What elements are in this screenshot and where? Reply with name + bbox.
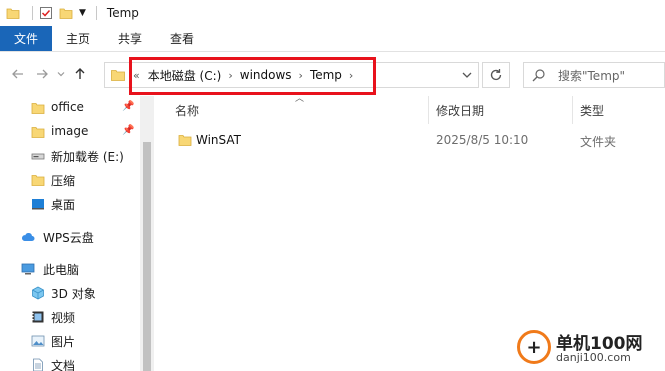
folder-icon bbox=[111, 70, 125, 81]
watermark-url: danji100.com bbox=[556, 351, 631, 364]
divider bbox=[95, 6, 97, 20]
drive-icon bbox=[31, 153, 45, 160]
column-divider[interactable] bbox=[428, 96, 429, 124]
ribbon-tabs: 文件 主页 共享 查看 bbox=[0, 26, 665, 52]
file-name: WinSAT bbox=[196, 133, 241, 147]
folder-icon bbox=[31, 103, 45, 114]
folder-icon bbox=[31, 175, 45, 186]
sidebar-item-label: 3D 对象 bbox=[51, 287, 96, 301]
folder-icon bbox=[178, 135, 192, 146]
address-bar[interactable]: « 本地磁盘 (C:) › windows › Temp › bbox=[104, 62, 479, 88]
watermark-icon: + bbox=[517, 330, 551, 364]
sidebar-item-pictures[interactable]: 图片 bbox=[0, 330, 140, 352]
breadcrumb-separator-icon[interactable]: › bbox=[349, 69, 353, 82]
up-button[interactable] bbox=[68, 62, 92, 86]
breadcrumb-separator-icon[interactable]: › bbox=[228, 69, 232, 82]
sidebar-item-label: 新加载卷 (E:) bbox=[51, 150, 124, 164]
sidebar-item-label: 压缩 bbox=[51, 174, 76, 188]
watermark-logo: + 单机100网 danji100.com bbox=[512, 323, 665, 371]
cube-icon bbox=[32, 286, 44, 300]
overflow-chevron[interactable]: « bbox=[133, 69, 140, 82]
search-input[interactable]: 搜索"Temp" bbox=[523, 62, 665, 88]
title-bar: ▼ Temp bbox=[0, 0, 665, 26]
column-header-name[interactable]: 名称 bbox=[175, 96, 199, 124]
pin-icon[interactable]: 📌 bbox=[122, 125, 134, 136]
video-icon bbox=[32, 311, 44, 323]
forward-button[interactable] bbox=[30, 62, 54, 86]
sidebar-item-label: office bbox=[51, 100, 84, 114]
new-folder-icon[interactable] bbox=[59, 6, 73, 20]
nav-pane-scrollbar-thumb[interactable] bbox=[143, 142, 151, 371]
sidebar-item-compress[interactable]: 压缩 bbox=[0, 169, 140, 191]
tab-share[interactable]: 共享 bbox=[104, 26, 156, 51]
arrow-right-icon bbox=[37, 69, 48, 79]
properties-icon[interactable] bbox=[39, 6, 53, 20]
divider bbox=[32, 6, 33, 20]
search-placeholder: 搜索"Temp" bbox=[558, 68, 626, 83]
breadcrumb-separator-icon[interactable]: › bbox=[299, 69, 303, 82]
computer-icon bbox=[21, 263, 35, 275]
sidebar-item-desktop[interactable]: 桌面 bbox=[0, 193, 140, 215]
sidebar-item-label: 视频 bbox=[51, 311, 76, 325]
file-modified: 2025/8/5 10:10 bbox=[436, 133, 529, 147]
customize-dropdown-icon[interactable]: ▼ bbox=[79, 8, 86, 18]
column-header-modified[interactable]: 修改日期 bbox=[436, 96, 484, 124]
arrow-left-icon bbox=[12, 69, 23, 79]
sidebar-item-label: 文档 bbox=[51, 359, 76, 371]
column-divider[interactable] bbox=[572, 96, 573, 124]
refresh-button[interactable] bbox=[482, 62, 510, 88]
sidebar-item-wps-cloud[interactable]: WPS云盘 bbox=[0, 226, 140, 248]
refresh-icon bbox=[490, 69, 502, 81]
sidebar-item-this-pc[interactable]: 此电脑 bbox=[0, 258, 140, 280]
tab-view[interactable]: 查看 bbox=[156, 26, 208, 51]
recent-locations-button[interactable] bbox=[54, 62, 68, 86]
desktop-icon bbox=[32, 199, 44, 210]
sidebar-item-office[interactable]: office 📌 bbox=[0, 97, 140, 119]
sidebar-item-label: 桌面 bbox=[51, 198, 76, 212]
sidebar-item-label: 此电脑 bbox=[43, 263, 80, 277]
picture-icon bbox=[31, 335, 45, 347]
breadcrumb-temp[interactable]: Temp bbox=[310, 68, 342, 82]
search-icon bbox=[532, 69, 545, 82]
sidebar-item-3d-objects[interactable]: 3D 对象 bbox=[0, 282, 140, 304]
sort-ascending-icon: ︿ bbox=[295, 94, 305, 104]
breadcrumb-drive[interactable]: 本地磁盘 (C:) bbox=[148, 67, 222, 84]
tab-file[interactable]: 文件 bbox=[0, 26, 53, 51]
cloud-icon bbox=[21, 233, 35, 241]
navigation-pane: office 📌 image 📌 新加载卷 (E:) 压缩 桌面 WPS云盘 此… bbox=[0, 96, 140, 371]
sidebar-item-label: image bbox=[51, 124, 89, 138]
file-row[interactable]: WinSAT 2025/8/5 10:10 文件夹 bbox=[164, 129, 665, 151]
sidebar-item-label: 图片 bbox=[51, 335, 76, 349]
sidebar-item-documents[interactable]: 文档 bbox=[0, 354, 140, 371]
address-dropdown-icon[interactable] bbox=[462, 70, 472, 80]
folder-icon bbox=[31, 127, 45, 138]
column-header-type[interactable]: 类型 bbox=[580, 96, 604, 124]
file-type: 文件夹 bbox=[580, 135, 617, 149]
arrow-up-icon bbox=[75, 68, 85, 79]
chevron-down-icon bbox=[57, 72, 65, 77]
back-button[interactable] bbox=[6, 62, 30, 86]
sidebar-item-image[interactable]: image 📌 bbox=[0, 121, 140, 143]
sidebar-item-label: WPS云盘 bbox=[43, 231, 94, 245]
sidebar-item-drive-e[interactable]: 新加载卷 (E:) bbox=[0, 145, 140, 167]
document-icon bbox=[33, 358, 43, 371]
pin-icon[interactable]: 📌 bbox=[122, 101, 134, 112]
window-title: Temp bbox=[106, 6, 139, 20]
folder-icon[interactable] bbox=[6, 6, 20, 20]
tab-home[interactable]: 主页 bbox=[52, 26, 104, 51]
breadcrumb-windows[interactable]: windows bbox=[240, 68, 292, 82]
sidebar-item-videos[interactable]: 视频 bbox=[0, 306, 140, 328]
